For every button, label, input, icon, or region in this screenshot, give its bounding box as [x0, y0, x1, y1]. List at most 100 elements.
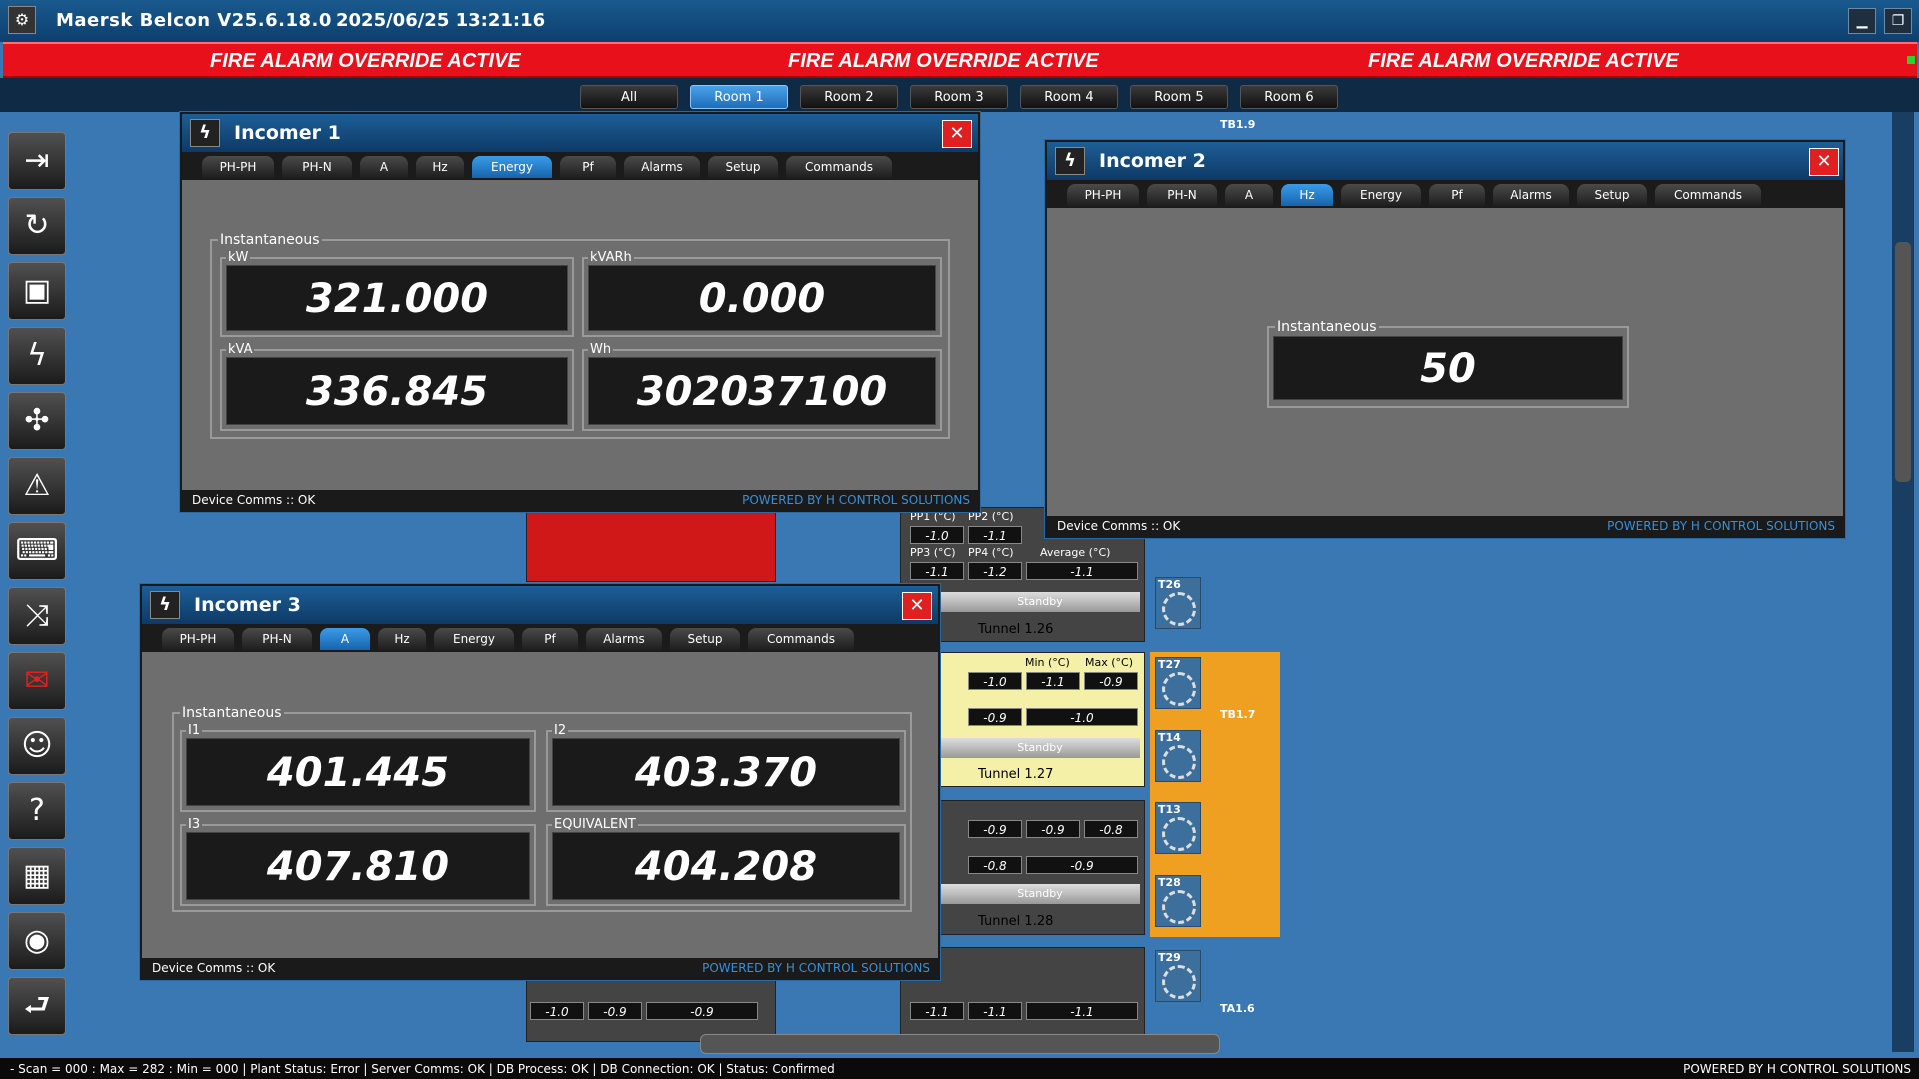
i2-value: 403.370: [552, 738, 900, 806]
tab-a[interactable]: A: [360, 156, 408, 178]
restore-button[interactable]: ❐: [1884, 8, 1912, 34]
tab-ph-ph[interactable]: PH-PH: [1067, 184, 1139, 206]
wh-field: Wh 302037100: [582, 342, 942, 431]
tunnel-126-label: Tunnel 1.26: [978, 622, 1054, 637]
min-value-128: -0.9: [1026, 820, 1080, 838]
horizontal-scrollbar[interactable]: [700, 1034, 1220, 1054]
eye-icon[interactable]: ◉: [8, 912, 66, 970]
incomer-1-tabs: PH-PH PH-N A Hz Energy Pf Alarms Setup C…: [182, 152, 978, 180]
tab-hz[interactable]: Hz: [416, 156, 464, 178]
help-icon[interactable]: ?: [8, 782, 66, 840]
tab-ph-n[interactable]: PH-N: [1147, 184, 1217, 206]
pp4-value-bottom-r: -1.1: [968, 1002, 1022, 1020]
room-tab-room-5[interactable]: Room 5: [1130, 85, 1228, 109]
avg-value-bottom-r: -1.1: [1026, 1002, 1138, 1020]
kvarh-field: kVARh 0.000: [582, 250, 942, 337]
fan-t26[interactable]: T26: [1155, 577, 1201, 629]
tab-hz[interactable]: Hz: [1281, 184, 1333, 206]
tab-commands[interactable]: Commands: [748, 628, 854, 650]
exit-icon[interactable]: ⮐: [8, 977, 66, 1035]
room-tab-room-6[interactable]: Room 6: [1240, 85, 1338, 109]
avg-header: Average (°C): [1040, 546, 1111, 559]
max-value-127: -0.9: [1084, 672, 1138, 690]
tab-a[interactable]: A: [320, 628, 370, 650]
fan-t14[interactable]: T14: [1155, 730, 1201, 782]
tab-a[interactable]: A: [1225, 184, 1273, 206]
close-button[interactable]: ✕: [1809, 148, 1839, 176]
fan-t28[interactable]: T28: [1155, 875, 1201, 927]
scroll-thumb[interactable]: [1895, 242, 1911, 482]
pp2-value-bottom: -0.9: [588, 1002, 642, 1020]
room-tab-all[interactable]: All: [580, 85, 678, 109]
room-tab-room-1[interactable]: Room 1: [690, 85, 788, 109]
tab-setup[interactable]: Setup: [708, 156, 778, 178]
room-tab-room-4[interactable]: Room 4: [1020, 85, 1118, 109]
avg-value-bottom: -0.9: [646, 1002, 758, 1020]
tab-ph-n[interactable]: PH-N: [282, 156, 352, 178]
tab-alarms[interactable]: Alarms: [1493, 184, 1569, 206]
max-header: Max (°C): [1085, 656, 1134, 669]
tab-ph-n[interactable]: PH-N: [242, 628, 312, 650]
fan-icon[interactable]: ✣: [8, 392, 66, 450]
tab-commands[interactable]: Commands: [1655, 184, 1761, 206]
minimize-button[interactable]: ▁: [1848, 8, 1876, 34]
incomer-2-titlebar[interactable]: ϟ Incomer 2 ✕: [1047, 142, 1843, 180]
shuffle-icon[interactable]: ⤨: [8, 587, 66, 645]
pp4-value-127: -0.9: [968, 708, 1022, 726]
fan-t13[interactable]: T13: [1155, 802, 1201, 854]
close-button[interactable]: ✕: [942, 120, 972, 148]
tab-ph-ph[interactable]: PH-PH: [202, 156, 274, 178]
tab-pf[interactable]: Pf: [522, 628, 578, 650]
min-value-127: -1.1: [1026, 672, 1080, 690]
status-bar: - Scan = 000 : Max = 282 : Min = 000 | P…: [0, 1058, 1919, 1079]
incomer-3-titlebar[interactable]: ϟ Incomer 3 ✕: [142, 586, 938, 624]
i3-value: 407.810: [186, 832, 530, 900]
standby-button[interactable]: Standby: [940, 592, 1140, 612]
power-icon: ϟ: [1055, 147, 1085, 175]
room-tab-room-3[interactable]: Room 3: [910, 85, 1008, 109]
tab-alarms[interactable]: Alarms: [586, 628, 662, 650]
tab-energy[interactable]: Energy: [1341, 184, 1421, 206]
sidebar: ⇥ ↻ ▣ ϟ ✣ ⚠ ⌨ ⤨ ✉ ☺ ? ▦ ◉ ⮐: [0, 112, 72, 1042]
tab-ph-ph[interactable]: PH-PH: [162, 628, 234, 650]
vertical-scrollbar[interactable]: [1892, 112, 1914, 1052]
tab-commands[interactable]: Commands: [786, 156, 892, 178]
power-icon[interactable]: ϟ: [8, 327, 66, 385]
incomer-3-title: Incomer 3: [194, 594, 301, 616]
pp3-value: -1.1: [910, 562, 964, 580]
tab-alarms[interactable]: Alarms: [624, 156, 700, 178]
tab-pf[interactable]: Pf: [560, 156, 616, 178]
i2-field: I2 403.370: [546, 723, 906, 812]
tab-setup[interactable]: Setup: [670, 628, 740, 650]
tab-hz[interactable]: Hz: [378, 628, 426, 650]
standby-button-127[interactable]: Standby: [940, 738, 1140, 758]
instantaneous-group: Instantaneous I1 401.445 I2 403.370 I3 4…: [172, 705, 912, 912]
close-button[interactable]: ✕: [902, 592, 932, 620]
alarm-icon[interactable]: ⚠: [8, 457, 66, 515]
tab-energy[interactable]: Energy: [472, 156, 552, 178]
save-icon[interactable]: ▣: [8, 262, 66, 320]
refresh-icon[interactable]: ↻: [8, 197, 66, 255]
tab-pf[interactable]: Pf: [1429, 184, 1485, 206]
room-tab-room-2[interactable]: Room 2: [800, 85, 898, 109]
i1-field: I1 401.445: [180, 723, 536, 812]
alarm-text-3: FIRE ALARM OVERRIDE ACTIVE: [1368, 50, 1679, 72]
fan-t29[interactable]: T29: [1155, 950, 1201, 1002]
incomer-1-status: Device Comms :: OK POWERED BY H CONTROL …: [182, 490, 978, 510]
powered-by-text: POWERED BY H CONTROL SOLUTIONS: [1683, 1062, 1911, 1076]
incomer-1-titlebar[interactable]: ϟ Incomer 1 ✕: [182, 114, 978, 152]
fan-t27[interactable]: T27: [1155, 657, 1201, 709]
kvarh-value: 0.000: [588, 265, 936, 331]
tunnel-128-label: Tunnel 1.28: [978, 914, 1054, 929]
login-icon[interactable]: ⇥: [8, 132, 66, 190]
standby-button-128[interactable]: Standby: [940, 884, 1140, 904]
tab-energy[interactable]: Energy: [434, 628, 514, 650]
tab-setup[interactable]: Setup: [1577, 184, 1647, 206]
keyboard-icon[interactable]: ⌨: [8, 522, 66, 580]
incomer-1-window: ϟ Incomer 1 ✕ PH-PH PH-N A Hz Energy Pf …: [180, 112, 980, 512]
status-text: - Scan = 000 : Max = 282 : Min = 000 | P…: [10, 1062, 835, 1076]
qr-code-icon[interactable]: ▦: [8, 847, 66, 905]
mail-icon[interactable]: ✉: [8, 652, 66, 710]
app-title: Maersk Belcon V25.6.18.0: [56, 10, 332, 31]
user-settings-icon[interactable]: ☺: [8, 717, 66, 775]
